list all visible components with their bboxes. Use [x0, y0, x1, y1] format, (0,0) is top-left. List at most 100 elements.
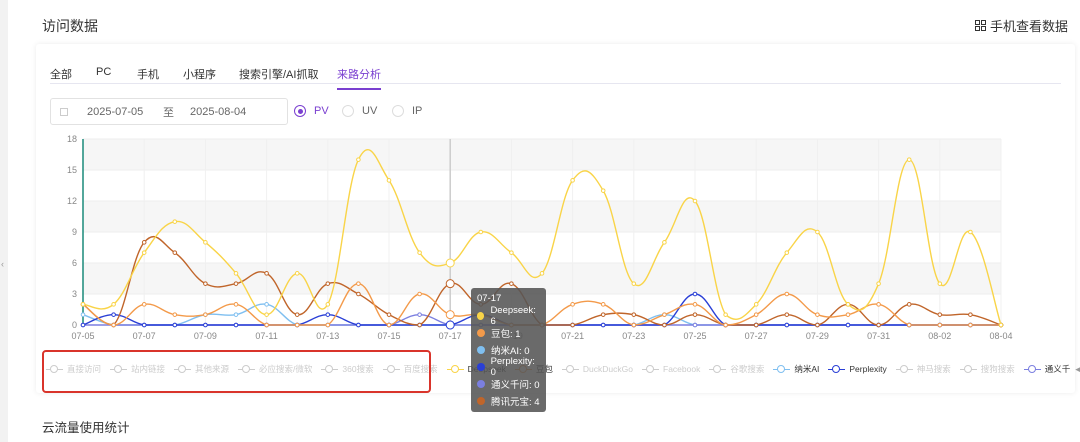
y-tick-label: 3 — [72, 289, 77, 299]
grid-band — [83, 201, 1001, 232]
series-dot-icon — [477, 328, 485, 337]
data-point — [172, 250, 178, 255]
data-point — [356, 281, 361, 286]
data-point — [968, 312, 973, 317]
data-point — [723, 322, 728, 328]
data-point — [906, 157, 912, 162]
data-point — [417, 322, 422, 328]
data-point — [80, 322, 86, 328]
data-point — [80, 302, 86, 307]
prev-page-icon[interactable]: ◀ — [1075, 364, 1080, 375]
data-point — [386, 178, 392, 183]
tooltip-row: 腾讯元宝: 4 — [477, 392, 540, 409]
legend-marker-icon — [895, 365, 913, 373]
data-point — [723, 312, 728, 317]
data-point — [294, 271, 300, 276]
series-dot-icon — [477, 345, 485, 354]
data-point — [417, 312, 422, 317]
legend-label: 纳米AI — [794, 364, 820, 374]
x-tick-label: 07-05 — [71, 331, 94, 341]
data-point — [906, 322, 912, 328]
data-point — [845, 322, 851, 328]
data-point — [692, 312, 698, 317]
data-point — [417, 291, 422, 297]
data-point — [662, 312, 667, 317]
data-point — [845, 312, 851, 317]
tooltip-row: Deepseek: 6 — [477, 305, 540, 327]
legend-item[interactable]: 通义千 — [1023, 363, 1071, 375]
highlight-annotation-box — [42, 350, 431, 393]
tooltip-value: 腾讯元宝: 4 — [491, 396, 540, 408]
data-point — [753, 302, 759, 307]
data-point — [631, 322, 637, 328]
legend-item[interactable]: 谷歌搜索 — [709, 363, 764, 375]
legend-label: 通义千 — [1044, 364, 1071, 374]
legend-marker-icon — [773, 365, 791, 373]
legend-marker-icon — [561, 365, 579, 373]
data-point — [784, 312, 790, 317]
chart-tooltip: 07-17 Deepseek: 6 豆包: 1 纳米AI: 0 Perplexity:… — [471, 288, 546, 412]
data-point — [294, 322, 300, 328]
data-point — [692, 291, 698, 297]
data-point — [509, 281, 514, 286]
data-point — [356, 291, 361, 297]
legend-marker-icon — [446, 365, 464, 373]
data-point — [906, 302, 912, 307]
data-point — [692, 302, 698, 307]
data-point — [111, 322, 116, 328]
legend-item[interactable]: 搜狗搜索 — [959, 363, 1015, 375]
data-point — [264, 271, 269, 276]
data-point — [876, 302, 881, 307]
tooltip-value: Perplexity: 0 — [490, 355, 535, 378]
data-point — [600, 322, 606, 328]
data-point — [233, 271, 239, 276]
x-tick-label: 07-11 — [255, 331, 277, 341]
data-point — [386, 322, 392, 328]
legend-item[interactable]: Perplexity — [828, 364, 887, 374]
legend-item[interactable]: 神马搜索 — [895, 363, 951, 375]
data-point — [968, 229, 973, 235]
y-tick-label: 0 — [72, 320, 77, 330]
data-point — [141, 250, 147, 255]
data-point — [937, 312, 943, 317]
data-point — [876, 322, 881, 328]
data-point — [264, 322, 269, 328]
data-point — [356, 322, 361, 328]
legend-label: 搜狗搜索 — [980, 364, 1015, 374]
legend-marker-icon — [828, 365, 846, 373]
legend-item[interactable]: DuckDuckGo — [561, 364, 633, 374]
x-tick-label: 08-02 — [928, 331, 951, 341]
data-point — [692, 198, 698, 204]
data-point — [998, 322, 1004, 328]
data-point — [937, 281, 943, 286]
tooltip-row: 通义千问: 0 — [477, 375, 540, 392]
data-point — [445, 320, 455, 330]
data-point — [386, 312, 392, 317]
legend-label: 谷歌搜索 — [730, 364, 765, 374]
data-point — [203, 281, 208, 286]
grid-band — [83, 139, 1001, 170]
y-tick-label: 18 — [67, 134, 77, 144]
data-point — [325, 322, 331, 328]
data-point — [570, 178, 575, 183]
data-point — [784, 250, 790, 255]
data-point — [111, 302, 116, 307]
x-tick-label: 07-07 — [133, 331, 156, 341]
data-point — [600, 312, 606, 317]
legend-item[interactable]: Facebook — [642, 364, 700, 374]
data-point — [600, 302, 606, 307]
x-tick-label: 07-25 — [683, 331, 706, 341]
data-point — [417, 250, 422, 255]
data-point — [631, 312, 637, 317]
data-point — [570, 302, 575, 307]
y-tick-label: 12 — [67, 196, 77, 206]
data-point — [325, 312, 331, 317]
legend-item[interactable]: 纳米AI — [773, 363, 819, 375]
data-point — [662, 322, 667, 328]
legend-marker-icon — [642, 365, 659, 373]
data-point — [968, 322, 973, 328]
data-point — [937, 322, 943, 328]
data-point — [203, 240, 208, 245]
x-tick-label: 07-27 — [745, 331, 768, 341]
tooltip-value: 纳米AI: 0 — [491, 345, 530, 357]
